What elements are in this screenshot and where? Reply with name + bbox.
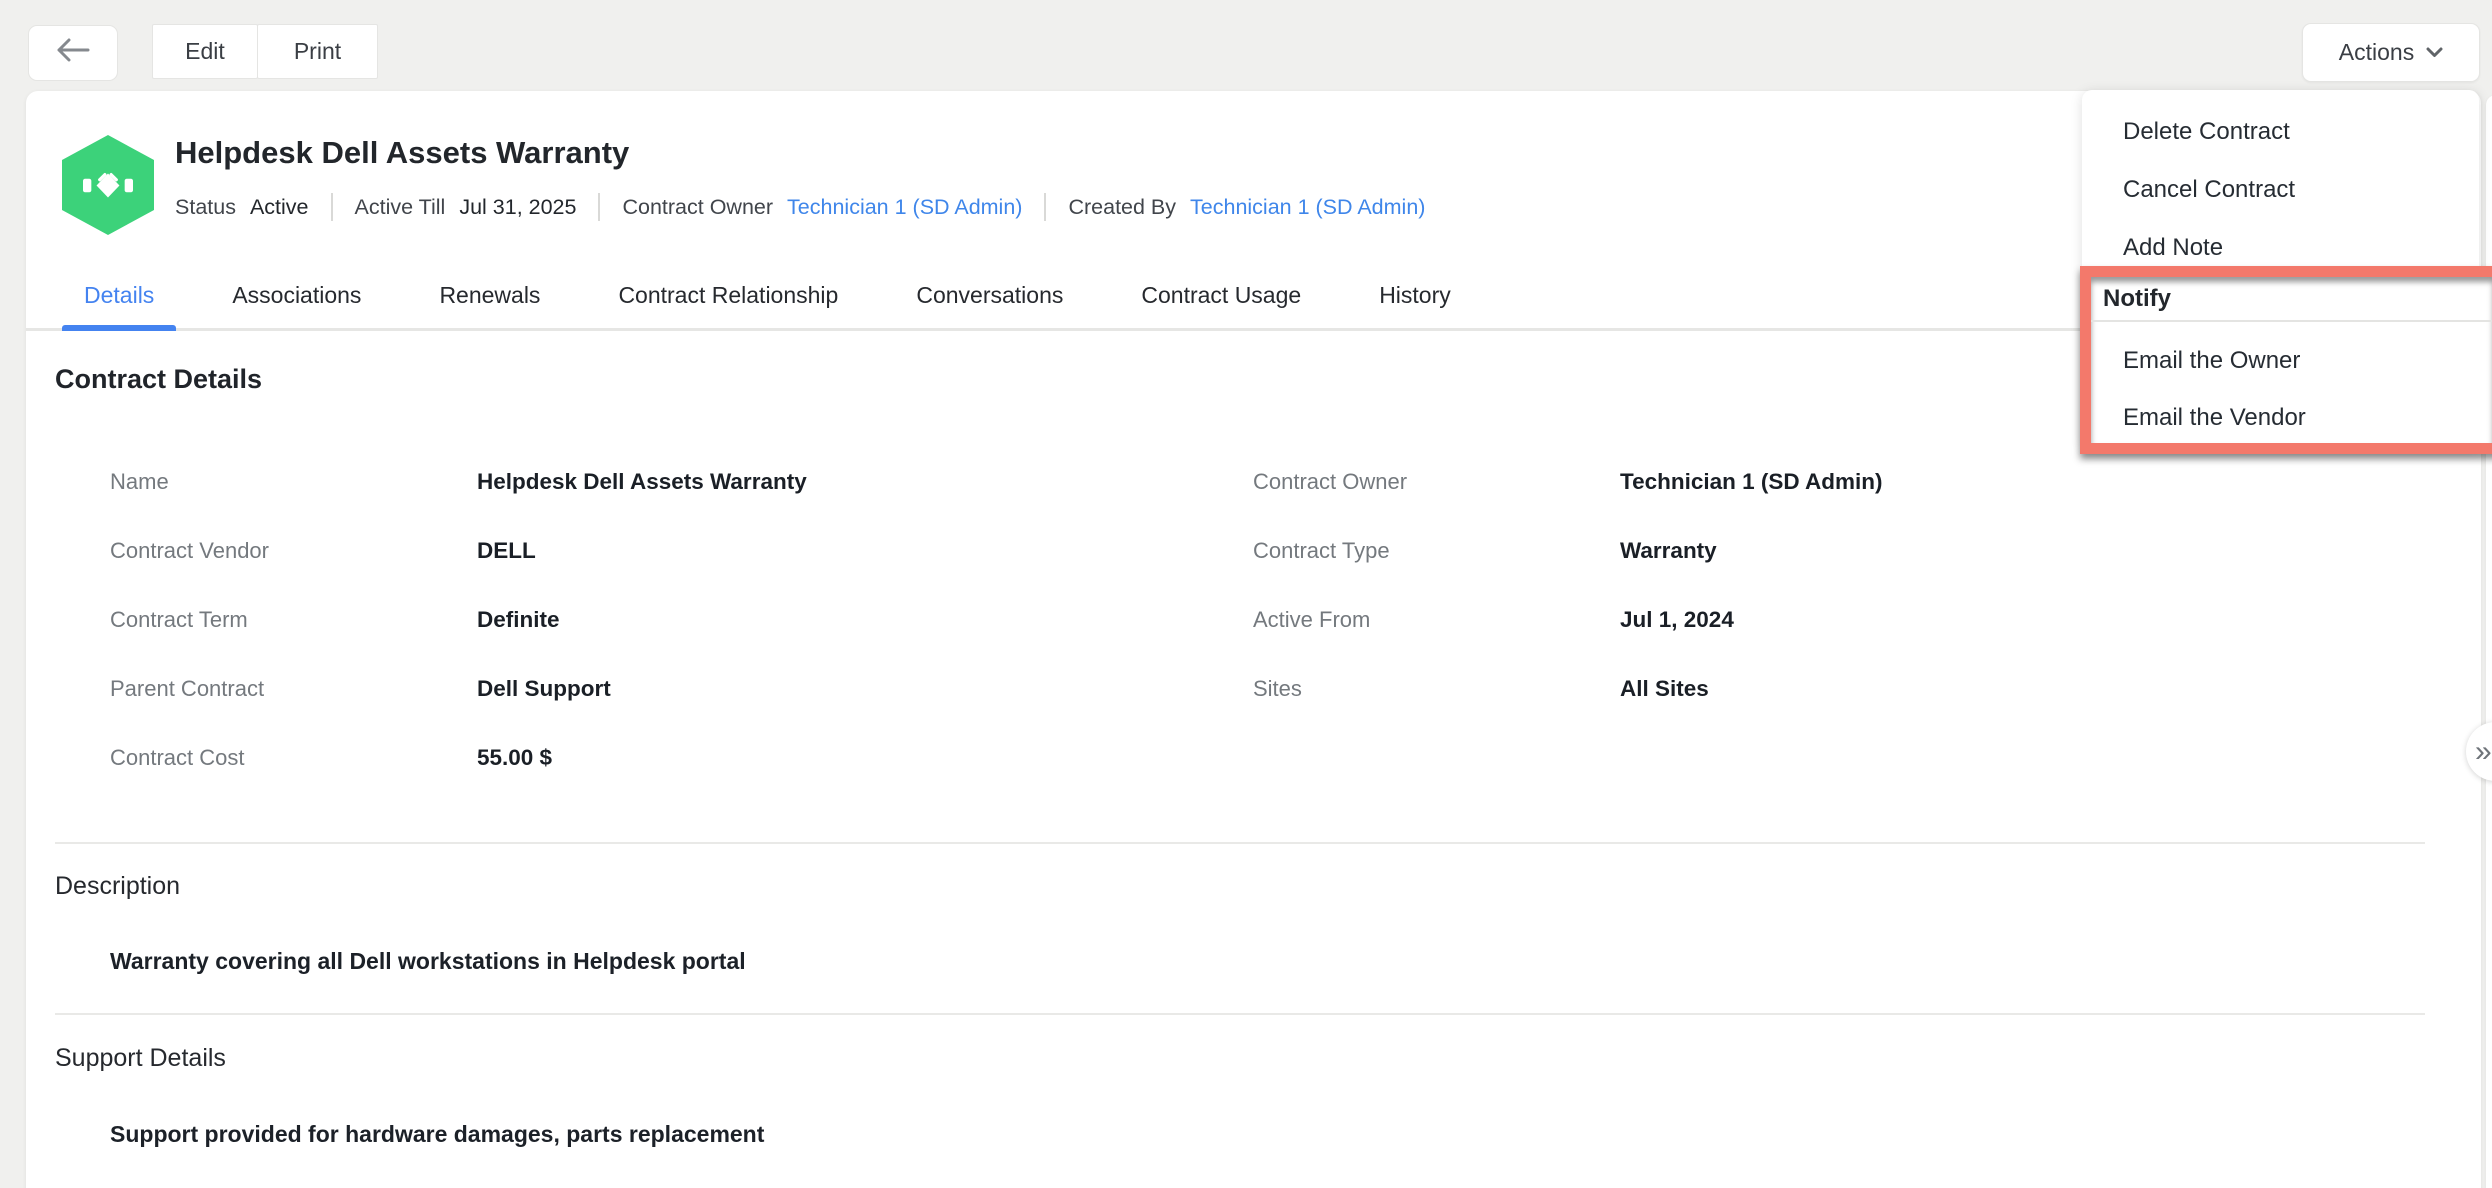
tab-details[interactable]: Details	[62, 263, 176, 328]
separator	[598, 193, 600, 221]
tab-contract-usage[interactable]: Contract Usage	[1119, 263, 1323, 328]
print-button[interactable]: Print	[257, 24, 378, 79]
back-arrow-icon	[56, 38, 90, 68]
description-text: Warranty covering all Dell workstations …	[110, 948, 746, 975]
tab-associations[interactable]: Associations	[210, 263, 383, 328]
field-value: Technician 1 (SD Admin)	[1620, 469, 1883, 495]
field-label: Sites	[1253, 676, 1302, 702]
edit-button[interactable]: Edit	[152, 24, 258, 79]
field-value: All Sites	[1620, 676, 1709, 702]
page: Edit Print Actions Helpdesk Dell Assets …	[0, 0, 2492, 1188]
created-by-link[interactable]: Technician 1 (SD Admin)	[1190, 195, 1425, 220]
field-value: Warranty	[1620, 538, 1717, 564]
notify-highlight-box: Notify Email the Owner Email the Vendor	[2080, 266, 2492, 454]
handshake-icon	[83, 170, 133, 200]
created-by-label: Created By	[1068, 195, 1176, 220]
status-label: Status	[175, 195, 236, 220]
divider	[55, 1013, 2425, 1015]
field-value: Helpdesk Dell Assets Warranty	[477, 469, 807, 495]
field-value: DELL	[477, 538, 536, 564]
field-label: Contract Type	[1253, 538, 1390, 564]
active-till-label: Active Till	[355, 195, 446, 220]
active-till-value: Jul 31, 2025	[459, 195, 576, 220]
menu-item-delete-contract[interactable]: Delete Contract	[2082, 103, 2479, 161]
section-title-description: Description	[55, 872, 180, 901]
field-label: Name	[110, 469, 169, 495]
collapsed-right-panel	[2486, 95, 2492, 1188]
tab-renewals[interactable]: Renewals	[417, 263, 562, 328]
menu-item-cancel-contract[interactable]: Cancel Contract	[2082, 161, 2479, 219]
status-row: Status Active Active Till Jul 31, 2025 C…	[175, 191, 1425, 223]
field-label: Contract Term	[110, 607, 248, 633]
menu-section-notify: Notify	[2091, 277, 2492, 322]
tab-conversations[interactable]: Conversations	[894, 263, 1085, 328]
menu-item-email-the-owner[interactable]: Email the Owner	[2091, 332, 2492, 389]
section-title-contract-details: Contract Details	[55, 364, 262, 395]
page-title: Helpdesk Dell Assets Warranty	[175, 135, 629, 171]
field-label: Active From	[1253, 607, 1370, 633]
back-button[interactable]	[28, 25, 118, 81]
chevron-down-icon	[2426, 47, 2443, 58]
contract-owner-label: Contract Owner	[622, 195, 773, 220]
actions-button[interactable]: Actions	[2302, 23, 2480, 82]
actions-button-label: Actions	[2339, 39, 2414, 66]
field-value: Dell Support	[477, 676, 611, 702]
field-label: Contract Owner	[1253, 469, 1407, 495]
field-value: 55.00 $	[477, 745, 552, 771]
field-label: Contract Cost	[110, 745, 245, 771]
contract-owner-link[interactable]: Technician 1 (SD Admin)	[787, 195, 1022, 220]
divider	[55, 842, 2425, 844]
double-chevron-right-icon: »	[2475, 735, 2492, 769]
support-details-text: Support provided for hardware damages, p…	[110, 1121, 764, 1148]
tab-history[interactable]: History	[1357, 263, 1473, 328]
field-value: Jul 1, 2024	[1620, 607, 1734, 633]
field-value: Definite	[477, 607, 560, 633]
field-label: Contract Vendor	[110, 538, 269, 564]
status-value: Active	[250, 195, 309, 220]
tab-contract-relationship[interactable]: Contract Relationship	[596, 263, 860, 328]
field-label: Parent Contract	[110, 676, 264, 702]
menu-item-email-the-vendor[interactable]: Email the Vendor	[2091, 389, 2492, 446]
separator	[331, 193, 333, 221]
separator	[1044, 193, 1046, 221]
section-title-support-details: Support Details	[55, 1044, 226, 1073]
contract-hexagon-icon	[62, 135, 154, 235]
